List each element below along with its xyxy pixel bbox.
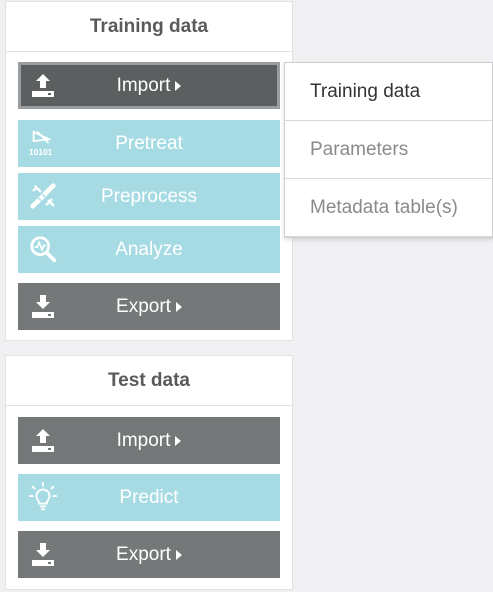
upload-icon: [28, 424, 58, 456]
download-icon: [28, 290, 58, 322]
menu-item-metadata-tables[interactable]: Metadata table(s): [285, 179, 492, 237]
analyze-button[interactable]: Analyze: [18, 226, 280, 273]
analyze-label: Analyze: [115, 238, 183, 260]
test-export-button[interactable]: Export: [18, 531, 280, 578]
predict-label: Predict: [119, 486, 179, 508]
training-import-button[interactable]: Import: [18, 62, 280, 109]
caret-right-icon: [175, 550, 182, 560]
training-data-panel: Training data Import 10101 Pretreat Prep…: [5, 1, 293, 341]
preprocess-label: Preprocess: [100, 185, 198, 207]
training-data-title: Training data: [6, 2, 292, 52]
caret-right-icon: [175, 302, 182, 312]
menu-item-parameters[interactable]: Parameters: [285, 121, 492, 179]
training-import-label: Import: [116, 74, 171, 96]
test-data-panel: Test data Import Predict Export: [5, 355, 293, 590]
test-data-title: Test data: [6, 356, 292, 406]
test-export-label: Export: [116, 543, 171, 565]
test-import-label: Import: [116, 429, 171, 451]
download-icon: [28, 538, 58, 570]
pretreat-button[interactable]: 10101 Pretreat: [18, 120, 280, 167]
pretreat-label: Pretreat: [115, 132, 183, 154]
preprocess-button[interactable]: Preprocess: [18, 173, 280, 220]
upload-icon: [28, 69, 58, 101]
training-export-label: Export: [116, 295, 171, 317]
predict-button[interactable]: Predict: [18, 474, 280, 521]
caret-right-icon: [175, 81, 182, 91]
caret-right-icon: [175, 436, 182, 446]
lightbulb-icon: [28, 481, 58, 513]
analyze-icon: [28, 233, 58, 265]
svg-text:10101: 10101: [29, 147, 53, 157]
binary-icon: 10101: [28, 127, 58, 159]
import-dropdown-menu: Training data Parameters Metadata table(…: [284, 62, 493, 238]
tools-icon: [28, 180, 58, 212]
training-export-button[interactable]: Export: [18, 283, 280, 330]
menu-item-training-data[interactable]: Training data: [285, 63, 492, 121]
test-import-button[interactable]: Import: [18, 417, 280, 464]
